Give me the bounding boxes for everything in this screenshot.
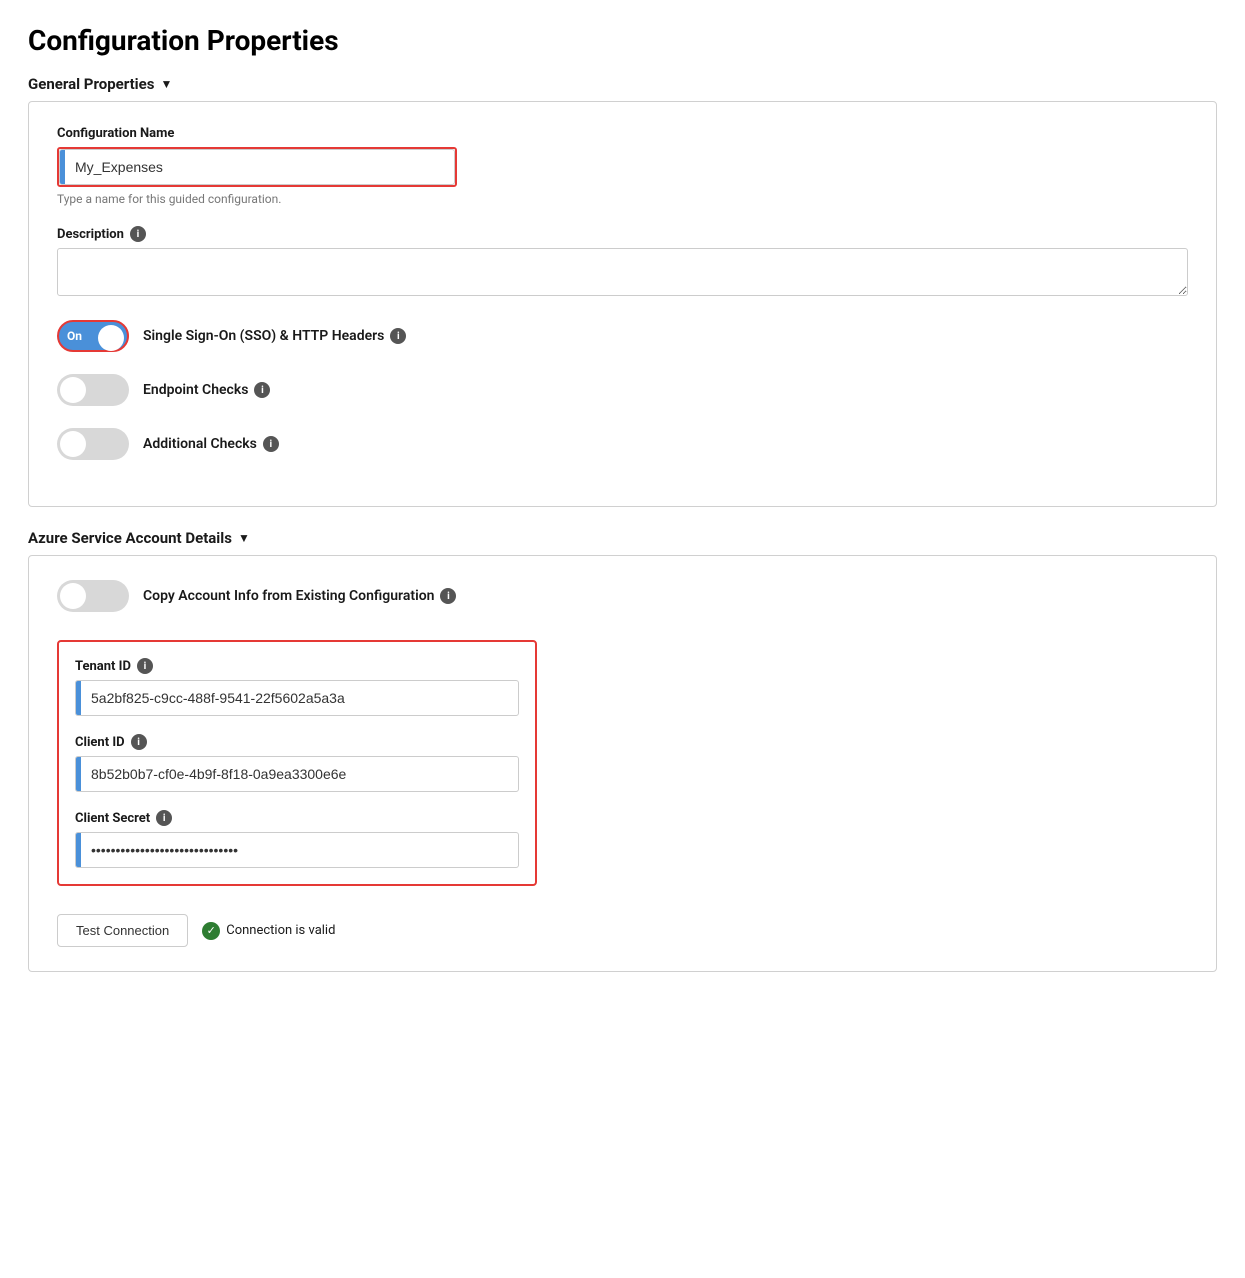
config-name-label: Configuration Name (57, 126, 1188, 141)
description-label: Description i (57, 226, 1188, 242)
azure-details-label: Azure Service Account Details (28, 529, 232, 547)
general-properties-header[interactable]: General Properties ▼ (28, 75, 1217, 93)
general-properties-chevron: ▼ (160, 77, 172, 91)
config-name-input[interactable] (65, 150, 454, 184)
tenant-id-input[interactable] (81, 681, 518, 715)
sso-label-text: Single Sign-On (SSO) & HTTP Headers (143, 328, 384, 344)
additional-toggle-label: Additional Checks i (143, 436, 279, 452)
page-title: Configuration Properties (28, 24, 1217, 57)
sso-toggle-knob (98, 325, 124, 351)
additional-toggle-knob (60, 431, 86, 457)
tenant-id-group: Tenant ID i (75, 658, 519, 716)
tenant-id-label: Tenant ID i (75, 658, 519, 674)
config-name-group: Configuration Name Type a name for this … (57, 126, 1188, 206)
connection-status-text: Connection is valid (226, 923, 335, 938)
azure-credentials-group: Tenant ID i Client ID i Client Secret (57, 640, 537, 886)
sso-info-icon[interactable]: i (390, 328, 406, 344)
copy-toggle-row: Copy Account Info from Existing Configur… (57, 580, 1188, 612)
description-group: Description i (57, 226, 1188, 300)
test-connection-row: Test Connection ✓ Connection is valid (57, 914, 1188, 947)
azure-details-chevron: ▼ (238, 531, 250, 545)
description-info-icon[interactable]: i (130, 226, 146, 242)
sso-toggle-row: On Single Sign-On (SSO) & HTTP Headers i (57, 320, 1188, 352)
azure-details-box: Copy Account Info from Existing Configur… (28, 555, 1217, 972)
sso-toggle-text: On (67, 329, 82, 343)
client-secret-label-text: Client Secret (75, 811, 150, 826)
azure-details-header[interactable]: Azure Service Account Details ▼ (28, 529, 1217, 547)
endpoint-toggle-row: Endpoint Checks i (57, 374, 1188, 406)
copy-toggle-knob (60, 583, 86, 609)
endpoint-toggle[interactable] (57, 374, 129, 406)
client-id-group: Client ID i (75, 734, 519, 792)
additional-info-icon[interactable]: i (263, 436, 279, 452)
test-connection-button[interactable]: Test Connection (57, 914, 188, 947)
client-secret-group: Client Secret i (75, 810, 519, 868)
tenant-id-info-icon[interactable]: i (137, 658, 153, 674)
copy-toggle[interactable] (57, 580, 129, 612)
additional-toggle[interactable] (57, 428, 129, 460)
tenant-id-input-container (75, 680, 519, 716)
tenant-id-label-text: Tenant ID (75, 659, 131, 674)
client-id-info-icon[interactable]: i (131, 734, 147, 750)
sso-toggle-label: Single Sign-On (SSO) & HTTP Headers i (143, 328, 406, 344)
general-properties-box: Configuration Name Type a name for this … (28, 101, 1217, 507)
client-secret-info-icon[interactable]: i (156, 810, 172, 826)
client-id-label: Client ID i (75, 734, 519, 750)
client-secret-input[interactable] (81, 833, 518, 867)
check-circle-icon: ✓ (202, 922, 220, 940)
description-textarea[interactable] (57, 248, 1188, 296)
description-label-text: Description (57, 227, 124, 242)
endpoint-toggle-knob (60, 377, 86, 403)
endpoint-label-text: Endpoint Checks (143, 382, 248, 398)
additional-toggle-row: Additional Checks i (57, 428, 1188, 460)
client-id-label-text: Client ID (75, 735, 125, 750)
additional-label-text: Additional Checks (143, 436, 257, 452)
copy-label-text: Copy Account Info from Existing Configur… (143, 588, 434, 604)
config-name-input-wrapper (57, 147, 457, 187)
copy-info-icon[interactable]: i (440, 588, 456, 604)
config-name-hint: Type a name for this guided configuratio… (57, 192, 1188, 206)
connection-status: ✓ Connection is valid (202, 922, 335, 940)
endpoint-toggle-label: Endpoint Checks i (143, 382, 270, 398)
general-properties-label: General Properties (28, 75, 154, 93)
copy-toggle-label: Copy Account Info from Existing Configur… (143, 588, 456, 604)
client-secret-label: Client Secret i (75, 810, 519, 826)
endpoint-info-icon[interactable]: i (254, 382, 270, 398)
client-id-input[interactable] (81, 757, 518, 791)
client-id-input-container (75, 756, 519, 792)
config-name-label-text: Configuration Name (57, 126, 174, 141)
client-secret-input-container (75, 832, 519, 868)
sso-toggle[interactable]: On (57, 320, 129, 352)
config-name-input-container (59, 149, 455, 185)
